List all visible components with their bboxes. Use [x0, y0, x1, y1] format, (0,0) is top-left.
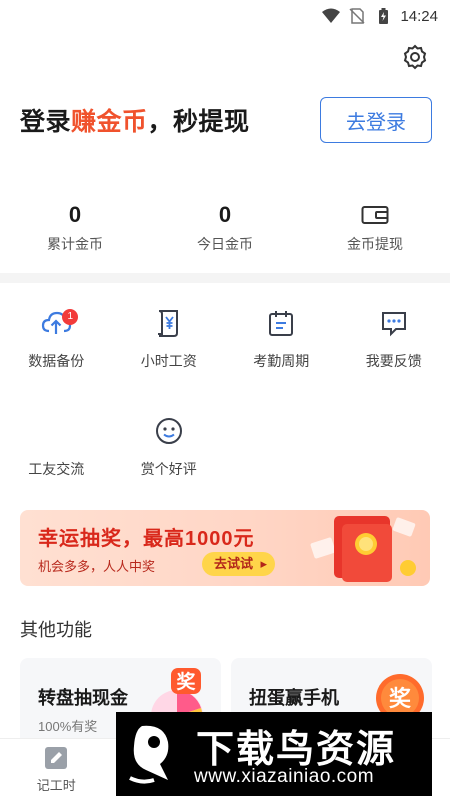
card-title: 转盘抽现金: [38, 688, 128, 708]
total-coins-label: 累计金币: [47, 236, 103, 252]
tool-rate-app[interactable]: 赏个好评: [113, 413, 226, 521]
total-coins[interactable]: 0 累计金币: [0, 198, 150, 268]
smiley-icon: [155, 418, 182, 444]
wifi-icon: [322, 8, 341, 23]
tool-label: 考勤周期: [253, 353, 310, 369]
login-button[interactable]: 去登录: [320, 97, 432, 143]
wallet-icon: [361, 206, 389, 224]
tool-data-backup[interactable]: 1 数据备份: [0, 305, 113, 413]
tool-label: 数据备份: [28, 353, 85, 369]
no-sim-icon: [349, 8, 365, 24]
feedback-icon: [381, 312, 406, 337]
section-title-other-features: 其他功能: [20, 620, 92, 640]
tab-record-hours[interactable]: 记工时: [0, 739, 113, 800]
today-coins[interactable]: 0 今日金币: [150, 198, 300, 268]
banner-title: 幸运抽奖，最高1000元: [38, 528, 255, 550]
watermark-title: 下载鸟资源: [196, 729, 397, 771]
battery-icon: [379, 8, 389, 24]
edit-icon: [45, 747, 68, 769]
tool-attendance-cycle[interactable]: 考勤周期: [225, 305, 338, 413]
total-coins-value: 0: [68, 202, 82, 227]
tool-label: 小时工资: [140, 353, 197, 369]
red-envelope-illustration: [310, 516, 416, 582]
watermark-overlay: 下载鸟资源 www.xiazainiao.com: [116, 712, 432, 796]
bird-logo-icon: [129, 725, 169, 784]
coin-withdraw-label: 金币提现: [347, 236, 403, 252]
login-title-highlight: 赚金币: [71, 108, 148, 136]
coin-withdraw[interactable]: 金币提现: [300, 198, 450, 268]
tool-label: 我要反馈: [365, 353, 422, 369]
section-divider: [0, 273, 450, 283]
tool-worker-chat[interactable]: 工友交流: [0, 413, 113, 521]
prize-badge-text: 奖: [176, 670, 196, 693]
today-coins-value: 0: [218, 202, 232, 227]
banner-subtitle: 机会多多，人人中奖: [38, 559, 156, 574]
play-arrow-icon: ▸: [260, 556, 268, 571]
try-now-button[interactable]: 去试试 ▸: [202, 552, 276, 576]
prize-badge-text: 奖: [389, 686, 412, 711]
tool-feedback[interactable]: 我要反馈: [338, 305, 450, 413]
yuan-scroll-icon: [157, 310, 178, 337]
tool-label: 赏个好评: [140, 461, 197, 477]
notification-badge: 1: [62, 309, 79, 325]
card-subtitle: 100%有奖: [38, 719, 98, 734]
gear-icon: [403, 44, 427, 70]
tab-label: 记工时: [36, 778, 76, 793]
login-prompt: 登录赚金币，秒提现 去登录: [20, 96, 432, 144]
tool-hourly-wage[interactable]: 小时工资: [113, 305, 226, 413]
status-time: 14:24: [400, 7, 438, 25]
watermark-url: www.xiazainiao.com: [194, 766, 375, 787]
lottery-banner[interactable]: 幸运抽奖，最高1000元 机会多多，人人中奖 去试试 ▸: [20, 510, 430, 586]
tool-grid: 1 数据备份 小时工资 考勤周期 我要反馈 工友交流 赏个好评: [0, 305, 450, 521]
status-bar: 14:24: [0, 0, 450, 32]
coin-stats: 0 累计金币 0 今日金币 金币提现: [0, 198, 450, 268]
calendar-icon: [269, 311, 294, 336]
tool-label: 工友交流: [28, 461, 85, 477]
today-coins-label: 今日金币: [197, 236, 253, 252]
card-title: 扭蛋赢手机: [249, 688, 339, 708]
settings-button[interactable]: [400, 42, 430, 72]
login-title: 登录赚金币，秒提现: [20, 108, 250, 136]
